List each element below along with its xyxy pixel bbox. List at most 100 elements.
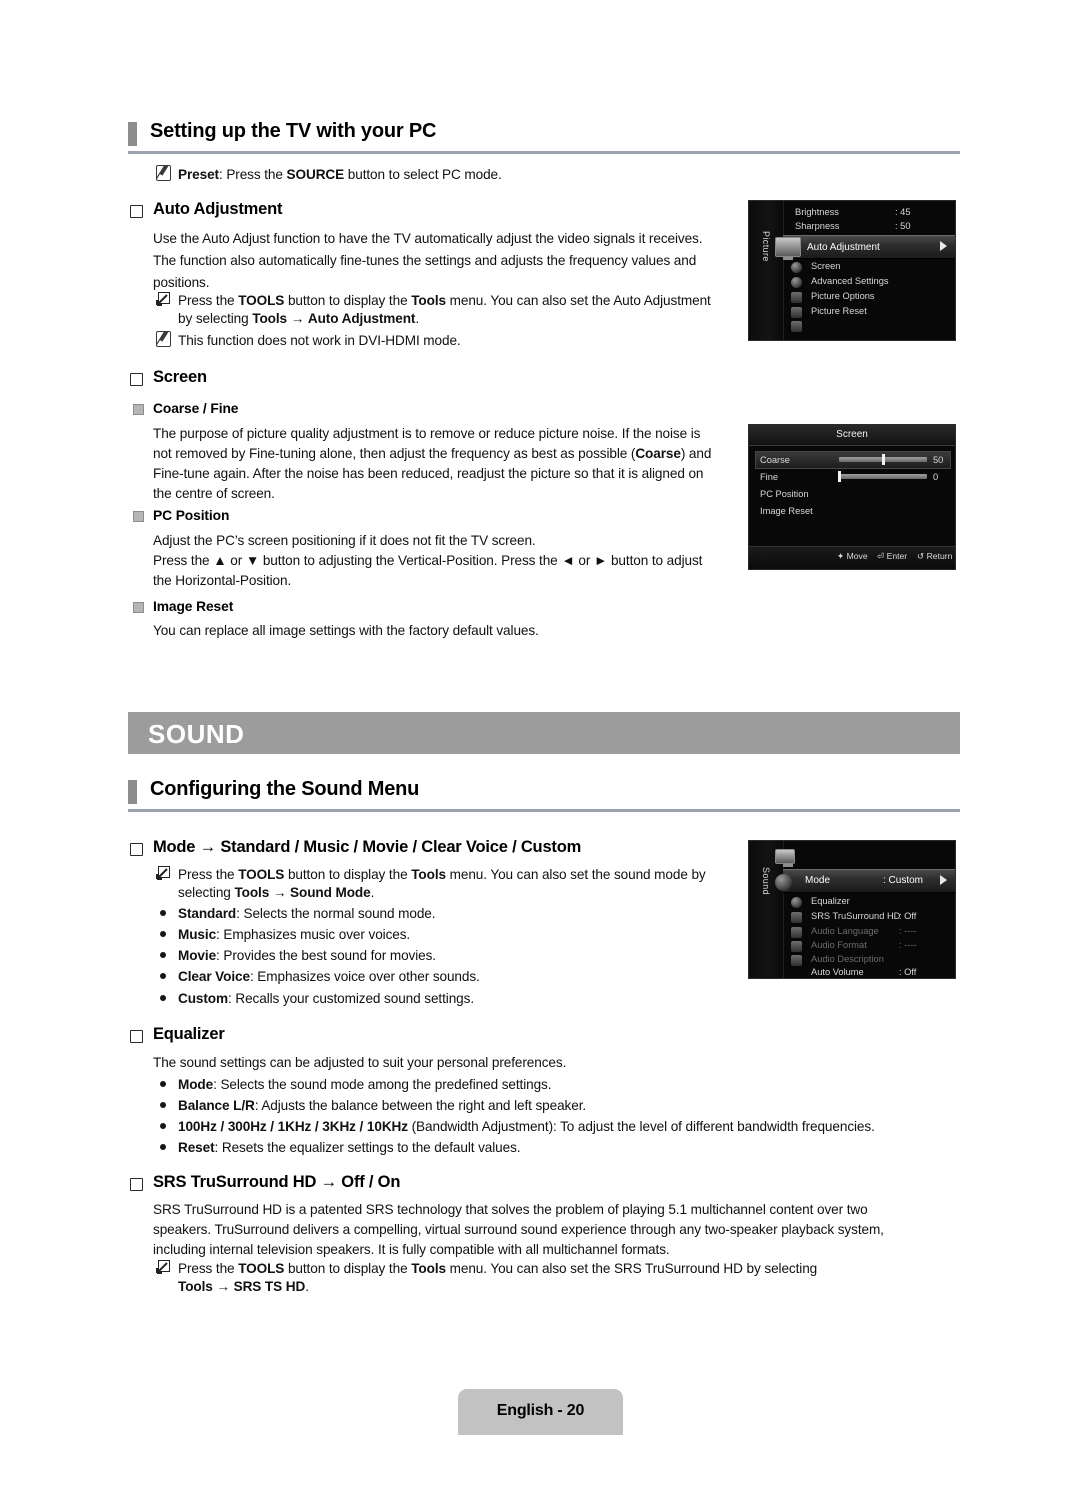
- mode-bullet-standard: Standard: Selects the normal sound mode.: [178, 906, 436, 921]
- bullet-square-icon: [129, 840, 143, 856]
- osd-item-icon: [791, 262, 802, 273]
- osd-row-label: Coarse: [760, 455, 790, 465]
- bullet-square-icon: [129, 202, 143, 218]
- osd-selected-row-label: Auto Adjustment: [807, 242, 880, 253]
- osd-item-icon: [791, 307, 802, 318]
- section-heading-pc-setup: Setting up the TV with your PC: [128, 120, 960, 154]
- osd-rail-label: Picture: [761, 231, 771, 262]
- mode-bullet-music: Music: Emphasizes music over voices.: [178, 927, 411, 942]
- osd-row-label[interactable]: Equalizer: [811, 896, 850, 906]
- auto-adjustment-para-line2: The function also automatically fine-tun…: [153, 253, 697, 268]
- coarse-fine-line3: Fine-tune again. After the noise has bee…: [153, 466, 704, 481]
- auto-adjustment-para-line1: Use the Auto Adjust function to have the…: [153, 231, 703, 246]
- osd-row-label[interactable]: PC Position: [760, 489, 809, 499]
- chapter-banner-text: SOUND: [148, 719, 245, 749]
- osd-row-label: Audio Format: [811, 940, 867, 950]
- osd-slider-track[interactable]: [839, 474, 927, 479]
- auto-adjustment-tools-note-line2: by selecting Tools → Auto Adjustment.: [178, 311, 420, 326]
- osd-hint-return: ↺ Return: [917, 551, 953, 561]
- note-icon: [156, 331, 171, 347]
- bullet-dot-icon: [160, 973, 166, 979]
- osd-item-icon: [791, 292, 802, 303]
- bullet-dot-icon: [160, 1123, 166, 1129]
- equalizer-bullet-reset: Reset: Resets the equalizer settings to …: [178, 1140, 521, 1155]
- coarse-fine-line2: not removed by Fine-tuning alone, then a…: [153, 446, 712, 461]
- chevron-right-icon: [940, 241, 947, 251]
- osd-row-label: Sharpness: [795, 221, 840, 231]
- page-number-label: English - 20: [496, 1402, 585, 1419]
- mode-bullet-custom: Custom: Recalls your customized sound se…: [178, 991, 474, 1006]
- subsection-title-srs: SRS TruSurround HD → Off / On: [153, 1173, 401, 1191]
- subsection-title-equalizer: Equalizer: [153, 1025, 225, 1043]
- bullet-dot-icon: [160, 1144, 166, 1150]
- osd-row-label[interactable]: SRS TruSurround HD: [811, 911, 900, 921]
- osd-selected-row-value: : Custom: [883, 875, 924, 886]
- osd-hint-move: ✦ Move: [837, 551, 868, 561]
- osd-rail-label: Sound: [761, 867, 771, 896]
- section-heading-text: Configuring the Sound Menu: [150, 778, 420, 800]
- subsection-title-screen: Screen: [153, 368, 207, 386]
- section-heading-text: Setting up the TV with your PC: [150, 120, 437, 142]
- osd-hint-enter: ⏎ Enter: [877, 551, 908, 561]
- bullet-filled-square-icon: [133, 404, 144, 415]
- osd-selected-row-label: Mode: [805, 875, 831, 886]
- osd-selected-item-icon: [775, 874, 792, 891]
- osd-item-icon: [791, 897, 802, 908]
- mode-bullet-movie: Movie: Provides the best sound for movie…: [178, 948, 436, 963]
- coarse-fine-line4: the centre of screen.: [153, 486, 275, 501]
- osd-row-label[interactable]: Picture Reset: [811, 306, 867, 316]
- osd-row-label: Audio Description: [811, 954, 884, 964]
- item-title-image-reset: Image Reset: [153, 599, 234, 614]
- subsection-title-auto-adjustment: Auto Adjustment: [153, 200, 283, 218]
- osd-row-value: : ----: [899, 940, 917, 950]
- osd-row-label[interactable]: Fine: [760, 472, 778, 482]
- osd-item-icon: [791, 912, 802, 923]
- osd-row-label[interactable]: Auto Volume: [811, 967, 864, 977]
- srs-line2: speakers. TruSurround delivers a compell…: [153, 1222, 884, 1237]
- bullet-dot-icon: [160, 1081, 166, 1087]
- heading-bar-marker: [128, 122, 137, 146]
- osd-item-icon: [791, 277, 802, 288]
- image-reset-line1: You can replace all image settings with …: [153, 623, 539, 638]
- osd-screen-menu: Screen Coarse 50 Fine 0 PC Position Imag…: [748, 424, 956, 570]
- chevron-right-icon: [940, 875, 947, 885]
- heading-bar-marker: [128, 780, 137, 804]
- item-title-coarse-fine: Coarse / Fine: [153, 401, 239, 416]
- bullet-filled-square-icon: [133, 511, 144, 522]
- osd-slider-knob[interactable]: [838, 471, 841, 482]
- osd-item-icon: [791, 955, 802, 966]
- osd-row-value: 0: [933, 472, 939, 482]
- bullet-square-icon: [129, 370, 143, 386]
- osd-row-value: : Off: [899, 967, 917, 977]
- osd-row-label[interactable]: Advanced Settings: [811, 276, 889, 286]
- equalizer-bullet-bandwidth: 100Hz / 300Hz / 1KHz / 3KHz / 10KHz (Ban…: [178, 1119, 875, 1134]
- osd-row-value: : 45: [895, 207, 911, 217]
- osd-item-icon: [791, 321, 802, 332]
- page-footer: English - 20: [458, 1389, 623, 1435]
- osd-row-value: : Off: [899, 911, 917, 921]
- osd-row-label[interactable]: Screen: [811, 261, 840, 271]
- tools-icon: [155, 866, 170, 881]
- osd-slider-knob[interactable]: [882, 454, 885, 465]
- osd-row-value: : ----: [899, 926, 917, 936]
- manual-page: Setting up the TV with your PC Preset: P…: [0, 0, 1080, 1488]
- equalizer-bullet-balance: Balance L/R: Adjusts the balance between…: [178, 1098, 587, 1113]
- srs-tools-note-line2: Tools → SRS TS HD.: [178, 1279, 309, 1294]
- osd-row-label[interactable]: Image Reset: [760, 506, 813, 516]
- bullet-dot-icon: [160, 995, 166, 1001]
- srs-line1: SRS TruSurround HD is a patented SRS tec…: [153, 1202, 868, 1217]
- osd-row-label[interactable]: Picture Options: [811, 291, 875, 301]
- pc-position-line3: the Horizontal-Position.: [153, 573, 292, 588]
- osd-item-icon: [791, 941, 802, 952]
- bullet-filled-square-icon: [133, 602, 144, 613]
- bullet-square-icon: [129, 1175, 143, 1191]
- pc-position-line2: Press the ▲ or ▼ button to adjusting the…: [153, 553, 703, 568]
- auto-adjustment-dvi-note: This function does not work in DVI-HDMI …: [178, 333, 461, 348]
- tools-icon: [155, 1260, 170, 1275]
- osd-picture-menu: Picture Brightness : 45 Sharpness : 50 A…: [748, 200, 956, 341]
- tv-icon: [775, 849, 795, 867]
- mode-tools-note-line2: selecting Tools → Sound Mode.: [178, 885, 375, 900]
- osd-row-value: 50: [933, 455, 944, 465]
- equalizer-intro: The sound settings can be adjusted to su…: [153, 1055, 567, 1070]
- note-icon: [156, 165, 171, 181]
